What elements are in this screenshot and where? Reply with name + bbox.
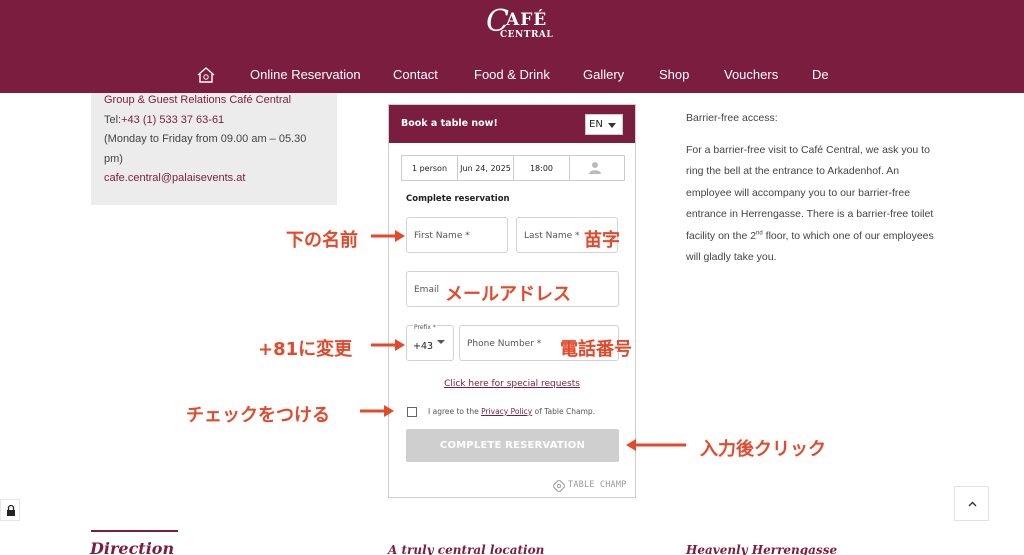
floor-superscript: nd <box>756 230 763 236</box>
table-champ-label: TABLE CHAMP <box>568 480 627 490</box>
cafe-central-logo[interactable]: C AFÉ CENTRAL <box>484 4 553 42</box>
barrier-paragraph-1: For a barrier-free visit to Café Central… <box>686 143 934 242</box>
barrier-free-title: Barrier-free access: <box>686 112 778 124</box>
contact-phone-line: Tel:+43 (1) 533 37 63-61 <box>104 111 324 131</box>
section-title: Complete reservation <box>406 194 510 204</box>
site-header: C AFÉ CENTRAL Online Reservation Contact… <box>0 0 1024 93</box>
persons-select[interactable]: 1 person <box>402 156 458 180</box>
contact-box: Group & Guest Relations Café Central Tel… <box>91 93 337 205</box>
arrow-right-icon <box>360 405 394 417</box>
nav-food-drink[interactable]: Food & Drink <box>474 67 550 82</box>
nav-language-de[interactable]: De <box>812 67 829 82</box>
contact-group-title: Group & Guest Relations Café Central <box>104 94 292 106</box>
direction-heading: Direction <box>90 539 175 555</box>
nav-online-reservation[interactable]: Online Reservation <box>250 67 361 82</box>
annotation-click: 入力後クリック <box>700 439 826 460</box>
annotation-first-name: 下の名前 <box>286 230 358 251</box>
contact-email-link[interactable]: cafe.central@palaisevents.at <box>104 169 324 189</box>
home-icon[interactable] <box>196 66 216 84</box>
barrier-free-info: Barrier-free access: For a barrier-free … <box>686 108 936 269</box>
phone-placeholder: Phone Number * <box>467 339 542 349</box>
lock-icon <box>7 504 15 516</box>
booking-selector: 1 person Jun 24, 2025 18:00 <box>401 155 625 181</box>
nav-vouchers[interactable]: Vouchers <box>724 67 778 82</box>
annotation-phone: 電話番号 <box>560 339 632 360</box>
barrier-free-paragraph: For a barrier-free visit to Café Central… <box>686 140 936 269</box>
logo-cafe: AFÉ <box>506 10 548 30</box>
cookie-settings-button[interactable] <box>0 499 20 521</box>
contact-hours: (Monday to Friday from 09.00 am – 05.30 … <box>104 133 307 165</box>
language-value: EN <box>589 119 603 130</box>
special-requests-link[interactable]: Click here for special requests <box>389 379 635 389</box>
chevron-down-icon <box>437 340 445 344</box>
widget-header: Book a table now! EN <box>389 105 635 143</box>
prefix-select[interactable]: Prefix * +43 <box>406 324 454 361</box>
agree-post: of Table Champ. <box>532 407 596 416</box>
direction-underline <box>91 530 178 532</box>
main-nav: Online Reservation Contact Food & Drink … <box>0 66 1024 86</box>
central-location-heading: A truly central location <box>388 543 545 555</box>
nav-gallery[interactable]: Gallery <box>583 67 624 82</box>
nav-shop[interactable]: Shop <box>659 67 689 82</box>
prefix-value: +43 <box>413 341 434 352</box>
complete-reservation-button[interactable]: COMPLETE RESERVATION <box>406 429 619 462</box>
last-name-placeholder: Last Name * <box>524 231 580 241</box>
first-name-placeholder: First Name * <box>414 231 470 241</box>
annotation-email: メールアドレス <box>445 284 571 305</box>
date-select[interactable]: Jun 24, 2025 <box>458 156 514 180</box>
nav-contact[interactable]: Contact <box>393 67 438 82</box>
guest-account-button[interactable] <box>570 156 624 180</box>
scroll-to-top-button[interactable] <box>954 486 989 521</box>
herrengasse-heading: Heavenly Herrengasse <box>686 543 838 555</box>
email-placeholder: Email <box>414 285 439 295</box>
arrow-right-icon <box>371 230 405 242</box>
annotation-last-name: 苗字 <box>584 230 620 251</box>
widget-title: Book a table now! <box>401 118 498 129</box>
phone-prefix: Tel: <box>104 113 122 126</box>
privacy-checkbox[interactable] <box>407 407 417 417</box>
annotation-prefix: +81に変更 <box>258 339 353 360</box>
arrow-right-icon <box>371 339 405 351</box>
person-icon <box>589 162 601 174</box>
first-name-field[interactable]: First Name * <box>406 217 508 253</box>
prefix-label: Prefix * <box>413 324 437 331</box>
chevron-down-icon <box>608 123 616 128</box>
table-champ-branding[interactable]: TABLE CHAMP <box>553 480 633 492</box>
logo-central: CENTRAL <box>500 30 554 40</box>
privacy-agree-text: I agree to the Privacy Policy of Table C… <box>428 407 595 416</box>
language-select[interactable]: EN <box>585 114 623 135</box>
contact-phone-link[interactable]: +43 (1) 533 37 63-61 <box>121 114 224 126</box>
table-champ-icon <box>553 480 565 492</box>
agree-pre: I agree to the <box>428 407 482 416</box>
privacy-policy-link[interactable]: Privacy Policy <box>481 407 532 416</box>
annotation-check: チェックをつける <box>186 405 330 426</box>
time-select[interactable]: 18:00 <box>514 156 570 180</box>
chevron-up-icon <box>968 501 977 507</box>
arrow-left-icon <box>626 439 686 451</box>
